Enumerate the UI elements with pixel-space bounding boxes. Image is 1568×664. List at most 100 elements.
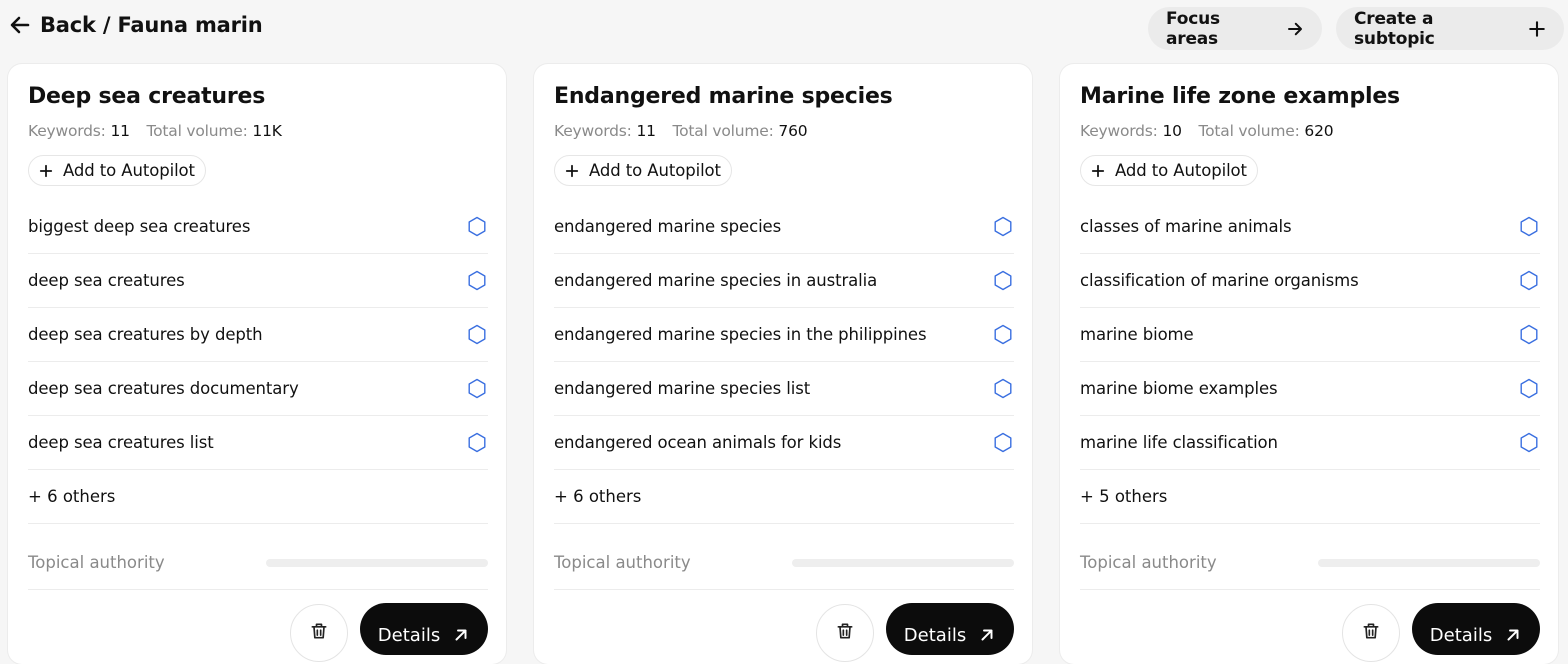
card-title: Deep sea creatures [28, 84, 266, 109]
total-volume-value: 11K [252, 122, 282, 140]
topical-authority-bar [792, 558, 1014, 567]
keyword-row[interactable]: endangered marine species in australia [554, 254, 1014, 308]
keywords-count: 11 [110, 122, 130, 140]
keyword-row[interactable]: endangered ocean animals for kids [554, 416, 1014, 470]
create-subtopic-button[interactable]: Create a subtopic [1336, 7, 1564, 50]
keyword-row[interactable]: biggest deep sea creatures [28, 200, 488, 254]
add-to-autopilot-button[interactable]: Add to Autopilot [28, 155, 206, 186]
keyword-text: classification of marine organisms [1080, 271, 1359, 290]
trash-icon [309, 621, 329, 645]
keyword-text: deep sea creatures list [28, 433, 214, 452]
total-volume-value: 760 [778, 122, 808, 140]
hexagon-icon [1519, 216, 1540, 237]
arrow-up-right-icon [1504, 626, 1522, 644]
keywords-label: Keywords: [1080, 122, 1158, 140]
hexagon-icon [467, 378, 488, 399]
focus-areas-label: Focus areas [1166, 8, 1220, 49]
details-label: Details [903, 624, 967, 646]
keyword-row[interactable]: marine life classification [1080, 416, 1540, 470]
more-keywords-link[interactable]: + 5 others [1080, 470, 1540, 524]
keyword-text: endangered marine species [554, 217, 782, 236]
hexagon-icon [1519, 432, 1540, 453]
topical-authority-bar [266, 558, 488, 567]
back-link[interactable]: Back / Fauna marin [8, 13, 263, 37]
total-volume-label: Total volume: [146, 122, 248, 140]
keyword-list: classes of marine animals classification… [1080, 200, 1540, 524]
details-label: Details [377, 624, 441, 646]
hexagon-icon [1519, 324, 1540, 345]
keyword-row[interactable]: classes of marine animals [1080, 200, 1540, 254]
topical-authority: Topical authority [1080, 536, 1540, 590]
keyword-row[interactable]: marine biome [1080, 308, 1540, 362]
add-to-autopilot-button[interactable]: Add to Autopilot [554, 155, 732, 186]
card-title: Endangered marine species [554, 84, 893, 109]
card-meta: Keywords: 10 Total volume: 620 [1080, 122, 1345, 140]
details-label: Details [1429, 624, 1493, 646]
breadcrumb: Back / Fauna marin [40, 13, 263, 37]
keyword-row[interactable]: endangered marine species in the philipp… [554, 308, 1014, 362]
subtopic-card-3: Marine life zone examples Keywords: 10 T… [1060, 64, 1558, 664]
top-bar: Back / Fauna marin Focus areas Create a … [0, 0, 1568, 56]
delete-button[interactable] [816, 604, 874, 662]
keyword-text: endangered marine species in the philipp… [554, 325, 927, 344]
more-keywords-link[interactable]: + 6 others [554, 470, 1014, 524]
keyword-text: endangered ocean animals for kids [554, 433, 842, 452]
hexagon-icon [993, 216, 1014, 237]
add-to-autopilot-label: Add to Autopilot [589, 161, 721, 180]
topical-authority: Topical authority [28, 536, 488, 590]
keywords-count: 11 [636, 122, 656, 140]
hexagon-icon [467, 216, 488, 237]
keyword-list: endangered marine species endangered mar… [554, 200, 1014, 524]
keyword-row[interactable]: deep sea creatures list [28, 416, 488, 470]
arrow-up-right-icon [452, 626, 470, 644]
details-button[interactable]: Details [886, 603, 1014, 655]
keyword-text: marine biome [1080, 325, 1194, 344]
keyword-row[interactable]: deep sea creatures [28, 254, 488, 308]
plus-icon [1528, 20, 1546, 38]
hexagon-icon [1519, 270, 1540, 291]
total-volume-label: Total volume: [672, 122, 774, 140]
keyword-text: endangered marine species list [554, 379, 811, 398]
keyword-list: biggest deep sea creatures deep sea crea… [28, 200, 488, 524]
details-button[interactable]: Details [360, 603, 488, 655]
details-button[interactable]: Details [1412, 603, 1540, 655]
delete-button[interactable] [290, 604, 348, 662]
create-subtopic-label: Create a subtopic [1354, 8, 1435, 49]
keyword-text: deep sea creatures documentary [28, 379, 299, 398]
keyword-row[interactable]: classification of marine organisms [1080, 254, 1540, 308]
topical-authority-bar [1318, 558, 1540, 567]
keyword-row[interactable]: deep sea creatures documentary [28, 362, 488, 416]
arrow-left-icon [8, 13, 32, 37]
topical-authority-label: Topical authority [28, 553, 165, 572]
keyword-text: biggest deep sea creatures [28, 217, 251, 236]
arrow-right-icon [1286, 20, 1304, 38]
trash-icon [835, 621, 855, 645]
focus-areas-button[interactable]: Focus areas [1148, 7, 1322, 50]
keyword-text: endangered marine species in australia [554, 271, 878, 290]
add-to-autopilot-button[interactable]: Add to Autopilot [1080, 155, 1258, 186]
plus-icon [1091, 164, 1105, 178]
keywords-count: 10 [1162, 122, 1182, 140]
card-meta: Keywords: 11 Total volume: 760 [554, 122, 819, 140]
subtopic-card-2: Endangered marine species Keywords: 11 T… [534, 64, 1032, 664]
keyword-row[interactable]: deep sea creatures by depth [28, 308, 488, 362]
delete-button[interactable] [1342, 604, 1400, 662]
trash-icon [1361, 621, 1381, 645]
add-to-autopilot-label: Add to Autopilot [63, 161, 195, 180]
total-volume-value: 620 [1304, 122, 1334, 140]
more-keywords-link[interactable]: + 6 others [28, 470, 488, 524]
keyword-row[interactable]: endangered marine species list [554, 362, 1014, 416]
card-title: Marine life zone examples [1080, 84, 1400, 109]
keywords-label: Keywords: [28, 122, 106, 140]
keyword-row[interactable]: endangered marine species [554, 200, 1014, 254]
keyword-text: deep sea creatures [28, 271, 185, 290]
keyword-text: marine biome examples [1080, 379, 1278, 398]
arrow-up-right-icon [978, 626, 996, 644]
add-to-autopilot-label: Add to Autopilot [1115, 161, 1247, 180]
hexagon-icon [993, 432, 1014, 453]
hexagon-icon [467, 324, 488, 345]
hexagon-icon [467, 270, 488, 291]
plus-icon [565, 164, 579, 178]
keyword-row[interactable]: marine biome examples [1080, 362, 1540, 416]
topical-authority-label: Topical authority [554, 553, 691, 572]
